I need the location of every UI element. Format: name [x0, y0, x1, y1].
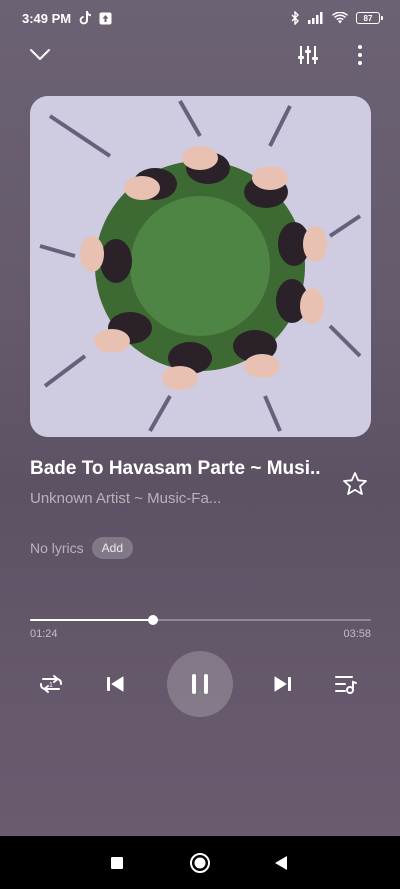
favorite-button[interactable]: [339, 468, 371, 500]
bluetooth-icon: [291, 11, 300, 25]
square-icon: [111, 857, 123, 869]
song-artist[interactable]: Unknown Artist ~ Music-Fa...: [30, 490, 330, 507]
svg-text:1: 1: [49, 682, 53, 689]
no-lyrics-label: No lyrics: [30, 540, 84, 556]
album-art-image: [30, 96, 371, 437]
signal-icon: [308, 12, 324, 24]
tiktok-icon: [79, 11, 92, 25]
collapse-button[interactable]: [25, 40, 55, 70]
next-button[interactable]: [268, 669, 298, 699]
repeat-button[interactable]: 1: [36, 669, 66, 699]
equalizer-icon: [298, 46, 318, 64]
queue-button[interactable]: [331, 669, 361, 699]
progress-fill: [30, 619, 153, 621]
previous-button[interactable]: [100, 669, 130, 699]
chevron-down-icon: [30, 49, 50, 60]
more-options-button[interactable]: [345, 40, 375, 70]
equalizer-button[interactable]: [293, 40, 323, 70]
lyrics-row: No lyrics Add: [30, 537, 134, 559]
song-title: Bade To Havasam Parte ~ Musi..: [30, 458, 321, 479]
repeat-one-icon: 1: [40, 675, 62, 693]
home-circle-icon: [190, 853, 210, 873]
progress-thumb[interactable]: [147, 615, 158, 625]
star-outline-icon: [343, 472, 367, 495]
current-time: 01:24: [30, 628, 58, 640]
status-left: 3:49 PM: [22, 11, 112, 26]
status-right: 87: [291, 11, 383, 25]
pause-icon: [192, 674, 208, 694]
back-button[interactable]: [266, 848, 296, 878]
status-bar: 3:49 PM 87: [0, 0, 400, 36]
recents-button[interactable]: [102, 848, 132, 878]
add-lyrics-button[interactable]: Add: [91, 537, 134, 559]
back-triangle-icon: [275, 856, 287, 870]
next-icon: [274, 676, 291, 692]
system-nav-bar: [0, 836, 400, 889]
status-time: 3:49 PM: [22, 10, 72, 26]
upload-icon: [99, 12, 112, 25]
album-art: [30, 96, 371, 437]
progress-slider[interactable]: [30, 614, 371, 626]
battery-icon: 87: [356, 12, 383, 24]
home-button[interactable]: [185, 848, 215, 878]
wifi-icon: [332, 12, 348, 24]
previous-icon: [107, 676, 124, 692]
pause-button[interactable]: [167, 651, 233, 717]
more-vertical-icon: [358, 45, 362, 65]
player-top-bar: [0, 36, 400, 72]
battery-level: 87: [363, 13, 373, 23]
queue-icon: [335, 676, 357, 694]
total-time: 03:58: [343, 628, 371, 640]
